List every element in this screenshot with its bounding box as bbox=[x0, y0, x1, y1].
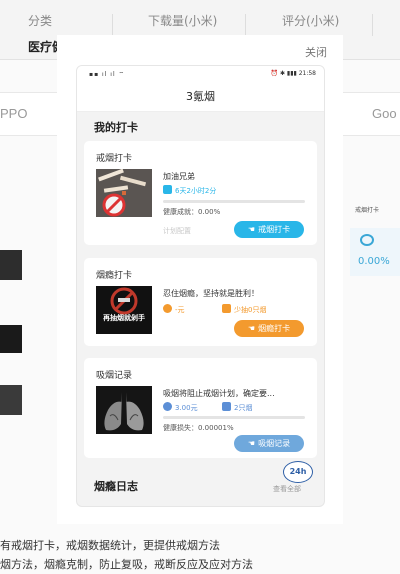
tab-divider bbox=[372, 14, 373, 36]
quit-checkin-card: 戒烟打卡 加油兄弟 6天2小时2分 健康成就：0.00% 计划配置 ☚ 戒烟打卡 bbox=[84, 141, 317, 245]
hand-icon: ☚ bbox=[247, 439, 256, 448]
card-title: 吸烟记录 bbox=[96, 371, 133, 381]
craving-image: 再抽烟就剁手 bbox=[96, 286, 152, 334]
health-loss: 健康损失：0.00001% bbox=[163, 424, 234, 432]
cigarette-icon bbox=[222, 304, 231, 313]
craving-checkin-button[interactable]: ☚ 烟瘾打卡 bbox=[234, 320, 304, 337]
image-caption: 再抽烟就剁手 bbox=[103, 314, 145, 322]
craving-diary-title: 烟瘾日志 bbox=[94, 480, 138, 493]
card-title: 戒烟打卡 bbox=[96, 154, 133, 164]
elapsed-time-meta: 6天2小时2分 bbox=[163, 185, 216, 196]
24h-service-icon[interactable]: 24h bbox=[283, 461, 313, 483]
view-all-link[interactable]: 查看全部 bbox=[273, 484, 301, 494]
brand-left-label: PPO bbox=[0, 106, 28, 121]
hand-icon: ☚ bbox=[247, 324, 256, 333]
smoking-record-button[interactable]: ☚ 吸烟记录 bbox=[234, 435, 304, 452]
craving-checkin-card: 烟瘾打卡 再抽烟就剁手 忍住烟瘾，坚持就是胜利！ -元 少抽0只烟 ☚ 烟瘾打卡 bbox=[84, 258, 317, 346]
hand-icon: ☚ bbox=[247, 225, 256, 234]
card-name: 加油兄弟 bbox=[163, 172, 195, 181]
lungs-image bbox=[96, 386, 152, 434]
tab-divider bbox=[245, 14, 246, 36]
background-thumbnail bbox=[0, 250, 22, 280]
description-line-2: 烟方法，烟瘾克制，防止复吸，戒断反应及应对方法 bbox=[0, 558, 253, 571]
tab-category[interactable]: 分类 bbox=[28, 12, 52, 29]
card-name: 吸烟将阻止戒烟计划，确定要... bbox=[163, 389, 275, 398]
close-button[interactable]: 关闭 bbox=[305, 44, 327, 60]
background-thumbnail bbox=[0, 325, 22, 353]
background-stat-card: 0.00% bbox=[350, 228, 400, 276]
status-right-indicators: ⏰ ✱ ▮▮▮ 21:58 bbox=[270, 70, 316, 77]
card-title: 烟瘾打卡 bbox=[96, 271, 133, 281]
health-progress-bar bbox=[163, 200, 305, 203]
my-checkin-title: 我的打卡 bbox=[94, 121, 138, 134]
tab-rating[interactable]: 评分(小米) bbox=[282, 12, 339, 29]
chat-icon bbox=[360, 234, 374, 246]
app-title: 3氪烟 bbox=[77, 82, 324, 112]
background-thumbnail bbox=[0, 385, 22, 415]
money-icon bbox=[163, 304, 172, 313]
brand-right-label: Goo bbox=[372, 106, 397, 121]
plan-settings-link[interactable]: 计划配置 bbox=[163, 226, 191, 236]
smoking-record-card: 吸烟记录 吸烟将阻止戒烟计划，确定要... 3.00元 2只烟 健康损失：0.0… bbox=[84, 358, 317, 458]
cigarettes-meta: 少抽0只烟 bbox=[222, 304, 266, 315]
tab-downloads[interactable]: 下载量(小米) bbox=[148, 12, 217, 29]
phone-screenshot: ▪▪ ıl ıl ⌔ ⏰ ✱ ▮▮▮ 21:58 3氪烟 我的打卡 戒烟打卡 加… bbox=[76, 65, 325, 507]
health-achievement: 健康成就：0.00% bbox=[163, 208, 221, 216]
card-name: 忍住烟瘾，坚持就是胜利！ bbox=[163, 289, 259, 298]
cigarette-icon bbox=[222, 402, 231, 411]
background-card-label: 戒烟打卡 bbox=[355, 207, 380, 214]
cost-meta: 3.00元 bbox=[163, 402, 198, 413]
status-bar: ▪▪ ıl ıl ⌔ ⏰ ✱ ▮▮▮ 21:58 bbox=[77, 66, 324, 82]
background-screenshot-strip bbox=[0, 190, 60, 450]
tab-divider bbox=[112, 14, 113, 36]
money-meta: -元 bbox=[163, 304, 185, 315]
clock-icon bbox=[163, 185, 172, 194]
quit-checkin-button[interactable]: ☚ 戒烟打卡 bbox=[234, 221, 304, 238]
screenshot-preview-modal: 关闭 ▪▪ ıl ıl ⌔ ⏰ ✱ ▮▮▮ 21:58 3氪烟 我的打卡 戒烟打… bbox=[57, 35, 343, 524]
count-meta: 2只烟 bbox=[222, 402, 252, 413]
no-smoking-image bbox=[96, 169, 152, 217]
money-icon bbox=[163, 402, 172, 411]
description-line-1: 有戒烟打卡，戒烟数据统计，更提供戒烟方法 bbox=[0, 539, 220, 552]
signal-indicators: ▪▪ ıl ıl ⌔ bbox=[89, 71, 126, 78]
background-stat-value: 0.00% bbox=[358, 256, 390, 267]
health-loss-bar bbox=[163, 416, 305, 419]
